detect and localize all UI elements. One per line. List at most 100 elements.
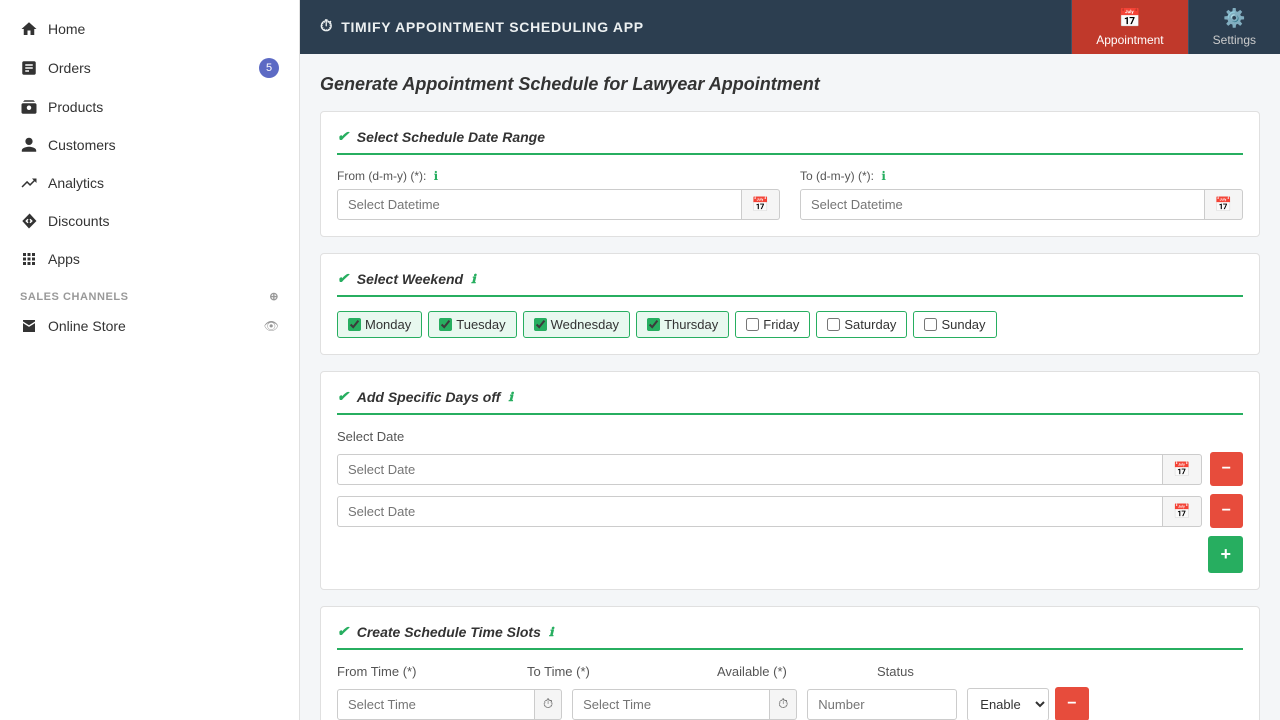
day-monday[interactable]: Monday: [337, 311, 422, 338]
sidebar-item-discounts[interactable]: Discounts: [0, 202, 299, 240]
orders-icon: [20, 59, 38, 77]
sidebar-item-label: Customers: [48, 137, 116, 153]
section-date-range: ✔ Select Schedule Date Range From (d-m-y…: [320, 111, 1260, 237]
sidebar-item-label: Apps: [48, 251, 80, 267]
section-days-off: ✔ Add Specific Days off ℹ Select Date 📅 …: [320, 371, 1260, 590]
col-available: Available (*): [717, 664, 867, 679]
section-timeslots-header: ✔ Create Schedule Time Slots ℹ: [337, 623, 1243, 650]
days-off-cal-btn-2[interactable]: 📅: [1163, 496, 1201, 527]
sidebar-item-online-store[interactable]: Online Store 👁: [0, 307, 299, 345]
status-select-1[interactable]: Enable Disable: [967, 688, 1049, 720]
section-weekend-header: ✔ Select Weekend ℹ: [337, 270, 1243, 297]
day-sunday[interactable]: Sunday: [913, 311, 996, 338]
col-from-time: From Time (*): [337, 664, 517, 679]
sidebar: Home Orders 5 Products Customers Analyti…: [0, 0, 300, 720]
days-off-remove-btn-2[interactable]: −: [1210, 494, 1243, 528]
discounts-icon: [20, 212, 38, 230]
days-off-label: Select Date: [337, 429, 1243, 444]
weekdays-row: Monday Tuesday Wednesday Thursday Friday…: [337, 311, 1243, 338]
days-off-cal-btn-1[interactable]: 📅: [1163, 454, 1201, 485]
days-off-row-1: 📅 −: [337, 452, 1243, 486]
to-time-wrap-1: ⏱: [572, 689, 797, 720]
status-wrap-1: Enable Disable −: [967, 687, 1243, 720]
settings-icon: ⚙️: [1223, 8, 1245, 29]
daysoff-info-icon: ℹ: [508, 390, 513, 404]
from-time-wrap-1: ⏱: [337, 689, 562, 720]
check-icon: ✔: [337, 128, 349, 145]
day-wednesday[interactable]: Wednesday: [523, 311, 630, 338]
main-content: ⏱ TIMIFY APPOINTMENT SCHEDULING APP 📅 Ap…: [300, 0, 1280, 720]
check-icon-4: ✔: [337, 623, 349, 640]
page-title: Generate Appointment Schedule for Lawyea…: [320, 74, 1260, 95]
to-time-clock-btn-1[interactable]: ⏱: [770, 689, 797, 720]
clock-icon: ⏱: [320, 18, 333, 36]
days-off-remove-btn-1[interactable]: −: [1210, 452, 1243, 486]
check-icon-2: ✔: [337, 270, 349, 287]
days-off-input-1[interactable]: [337, 454, 1163, 485]
from-date-input[interactable]: [337, 189, 742, 220]
timeslots-info-icon: ℹ: [549, 625, 554, 639]
orders-badge: 5: [259, 58, 279, 78]
products-icon: [20, 98, 38, 116]
store-icon: [20, 317, 38, 335]
sidebar-item-label: Discounts: [48, 213, 109, 229]
col-status: Status: [877, 664, 1243, 679]
day-tuesday[interactable]: Tuesday: [428, 311, 516, 338]
sidebar-item-label: Analytics: [48, 175, 104, 191]
topbar: ⏱ TIMIFY APPOINTMENT SCHEDULING APP 📅 Ap…: [300, 0, 1280, 54]
check-icon-3: ✔: [337, 388, 349, 405]
days-off-add-btn[interactable]: +: [1208, 536, 1243, 573]
to-date-input[interactable]: [800, 189, 1205, 220]
time-slots-column-headers: From Time (*) To Time (*) Available (*) …: [337, 664, 1243, 679]
sidebar-item-orders[interactable]: Orders 5: [0, 48, 299, 88]
customers-icon: [20, 136, 38, 154]
channels-add-icon[interactable]: ⊕: [269, 290, 279, 303]
days-off-row-2: 📅 −: [337, 494, 1243, 528]
nav-settings[interactable]: ⚙️ Settings: [1188, 0, 1280, 54]
to-info-icon: ℹ: [881, 169, 886, 183]
time-slot-remove-btn-1[interactable]: −: [1055, 687, 1088, 720]
from-info-icon: ℹ: [434, 169, 439, 183]
topbar-nav: 📅 Appointment ⚙️ Settings: [1071, 0, 1280, 54]
to-date-calendar-btn[interactable]: 📅: [1205, 189, 1243, 220]
time-slot-row-1: ⏱ ⏱ Enable Disable −: [337, 687, 1243, 720]
weekend-info-icon: ℹ: [471, 272, 476, 286]
section-select-weekend: ✔ Select Weekend ℹ Monday Tuesday Wednes…: [320, 253, 1260, 355]
home-icon: [20, 20, 38, 38]
to-date-label: To (d-m-y) (*): ℹ: [800, 169, 1243, 183]
sidebar-item-apps[interactable]: Apps: [0, 240, 299, 278]
from-date-input-wrap: 📅: [337, 189, 780, 220]
days-off-input-2[interactable]: [337, 496, 1163, 527]
day-friday[interactable]: Friday: [735, 311, 810, 338]
content-area: Generate Appointment Schedule for Lawyea…: [300, 54, 1280, 720]
avail-wrap-1: [807, 689, 957, 720]
avail-input-1[interactable]: [807, 689, 957, 720]
eye-icon[interactable]: 👁: [264, 319, 279, 333]
sidebar-item-label: Orders: [48, 60, 91, 76]
sidebar-item-home[interactable]: Home: [0, 10, 299, 48]
channels-section-title: SALES CHANNELS ⊕: [0, 278, 299, 307]
day-saturday[interactable]: Saturday: [816, 311, 907, 338]
sidebar-item-customers[interactable]: Customers: [0, 126, 299, 164]
days-off-add-row: +: [337, 536, 1243, 573]
from-date-calendar-btn[interactable]: 📅: [742, 189, 780, 220]
to-date-input-wrap: 📅: [800, 189, 1243, 220]
appointment-icon: 📅: [1119, 8, 1141, 29]
nav-appointment[interactable]: 📅 Appointment: [1071, 0, 1187, 54]
from-date-label: From (d-m-y) (*): ℹ: [337, 169, 780, 183]
sidebar-item-analytics[interactable]: Analytics: [0, 164, 299, 202]
analytics-icon: [20, 174, 38, 192]
topbar-title: ⏱ TIMIFY APPOINTMENT SCHEDULING APP: [300, 18, 1071, 36]
date-range-row: From (d-m-y) (*): ℹ 📅 To (d-m-y) (*): ℹ: [337, 169, 1243, 220]
to-time-input-1[interactable]: [572, 689, 770, 720]
col-to-time: To Time (*): [527, 664, 707, 679]
day-thursday[interactable]: Thursday: [636, 311, 729, 338]
apps-icon: [20, 250, 38, 268]
from-time-input-1[interactable]: [337, 689, 535, 720]
section-time-slots: ✔ Create Schedule Time Slots ℹ From Time…: [320, 606, 1260, 720]
from-time-clock-btn-1[interactable]: ⏱: [535, 689, 562, 720]
sidebar-item-label: Online Store: [48, 318, 126, 334]
sidebar-item-products[interactable]: Products: [0, 88, 299, 126]
sidebar-item-label: Home: [48, 21, 85, 37]
to-date-field: To (d-m-y) (*): ℹ 📅: [800, 169, 1243, 220]
